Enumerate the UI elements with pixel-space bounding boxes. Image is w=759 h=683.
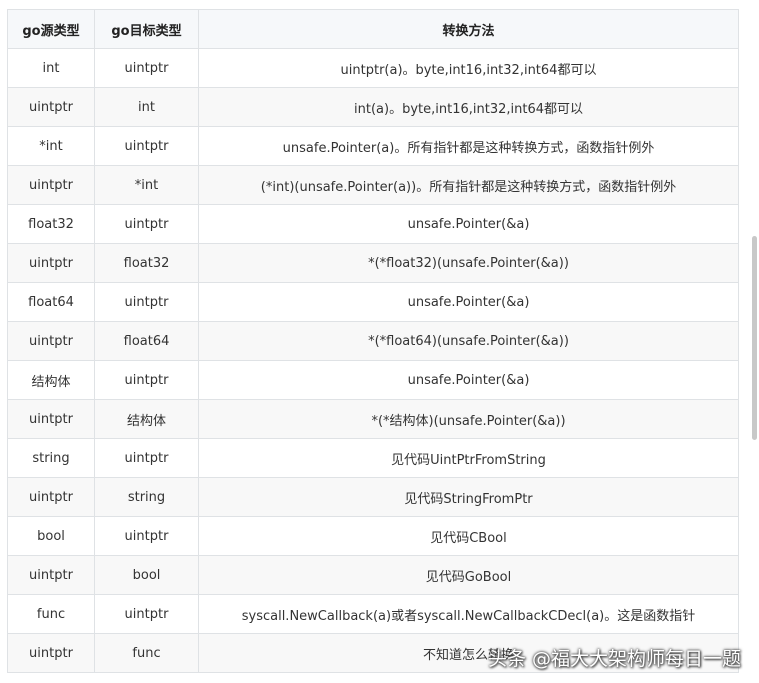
cell-source-type: uintptr xyxy=(7,477,95,517)
header-target-type: go目标类型 xyxy=(94,9,199,49)
cell-conversion-method: 见代码StringFromPtr xyxy=(198,477,739,517)
cell-target-type: uintptr xyxy=(94,48,199,88)
cell-target-type: *int xyxy=(94,165,199,205)
cell-target-type: 结构体 xyxy=(94,399,199,439)
cell-source-type: float32 xyxy=(7,204,95,244)
cell-conversion-method: uintptr(a)。byte,int16,int32,int64都可以 xyxy=(198,48,739,88)
cell-source-type: uintptr xyxy=(7,399,95,439)
cell-conversion-method: 见代码GoBool xyxy=(198,555,739,595)
table-header: go源类型 go目标类型 转换方法 xyxy=(7,9,739,49)
cell-conversion-method: unsafe.Pointer(a)。所有指针都是这种转换方式，函数指针例外 xyxy=(198,126,739,166)
table-row: *int uintptr unsafe.Pointer(a)。所有指针都是这种转… xyxy=(7,126,739,166)
cell-conversion-method: int(a)。byte,int16,int32,int64都可以 xyxy=(198,87,739,127)
cell-target-type: float64 xyxy=(94,321,199,361)
header-source-type: go源类型 xyxy=(7,9,95,49)
table-row: bool uintptr 见代码CBool xyxy=(7,516,739,556)
cell-source-type: uintptr xyxy=(7,243,95,283)
cell-conversion-method: unsafe.Pointer(&a) xyxy=(198,204,739,244)
cell-target-type: bool xyxy=(94,555,199,595)
table-row: uintptr int int(a)。byte,int16,int32,int6… xyxy=(7,87,739,127)
cell-conversion-method: 见代码UintPtrFromString xyxy=(198,438,739,478)
table-row: func uintptr syscall.NewCallback(a)或者sys… xyxy=(7,594,739,634)
cell-source-type: uintptr xyxy=(7,165,95,205)
header-row: go源类型 go目标类型 转换方法 xyxy=(7,9,739,49)
header-conversion-method: 转换方法 xyxy=(198,9,739,49)
table-row: float32 uintptr unsafe.Pointer(&a) xyxy=(7,204,739,244)
cell-source-type: uintptr xyxy=(7,633,95,673)
table-row: uintptr float32 *(*float32)(unsafe.Point… xyxy=(7,243,739,283)
table-row: float64 uintptr unsafe.Pointer(&a) xyxy=(7,282,739,322)
cell-conversion-method: *(*float64)(unsafe.Pointer(&a)) xyxy=(198,321,739,361)
cell-source-type: 结构体 xyxy=(7,360,95,400)
table-row: uintptr string 见代码StringFromPtr xyxy=(7,477,739,517)
cell-target-type: int xyxy=(94,87,199,127)
cell-target-type: uintptr xyxy=(94,516,199,556)
watermark: 头条 @福大大架构师每日一题 xyxy=(488,648,742,670)
scrollbar-thumb[interactable] xyxy=(752,236,757,440)
vertical-scrollbar[interactable] xyxy=(751,0,759,683)
cell-source-type: *int xyxy=(7,126,95,166)
table-row: uintptr 结构体 *(*结构体)(unsafe.Pointer(&a)) xyxy=(7,399,739,439)
cell-conversion-method: 见代码CBool xyxy=(198,516,739,556)
table-row: 结构体 uintptr unsafe.Pointer(&a) xyxy=(7,360,739,400)
cell-conversion-method: syscall.NewCallback(a)或者syscall.NewCallb… xyxy=(198,594,739,634)
conversion-table-container: go源类型 go目标类型 转换方法 int uintptr uintptr(a)… xyxy=(7,9,739,673)
cell-source-type: int xyxy=(7,48,95,88)
cell-target-type: uintptr xyxy=(94,360,199,400)
cell-target-type: uintptr xyxy=(94,204,199,244)
cell-source-type: float64 xyxy=(7,282,95,322)
cell-source-type: bool xyxy=(7,516,95,556)
cell-target-type: uintptr xyxy=(94,594,199,634)
cell-target-type: uintptr xyxy=(94,282,199,322)
cell-conversion-method: unsafe.Pointer(&a) xyxy=(198,360,739,400)
cell-source-type: uintptr xyxy=(7,555,95,595)
cell-target-type: uintptr xyxy=(94,126,199,166)
table-row: uintptr float64 *(*float64)(unsafe.Point… xyxy=(7,321,739,361)
cell-target-type: string xyxy=(94,477,199,517)
table-row: uintptr *int (*int)(unsafe.Pointer(a))。所… xyxy=(7,165,739,205)
cell-source-type: uintptr xyxy=(7,87,95,127)
table-row: uintptr bool 见代码GoBool xyxy=(7,555,739,595)
table-body: int uintptr uintptr(a)。byte,int16,int32,… xyxy=(7,48,739,673)
table-row: int uintptr uintptr(a)。byte,int16,int32,… xyxy=(7,48,739,88)
cell-target-type: float32 xyxy=(94,243,199,283)
table-row: string uintptr 见代码UintPtrFromString xyxy=(7,438,739,478)
cell-source-type: func xyxy=(7,594,95,634)
cell-conversion-method: (*int)(unsafe.Pointer(a))。所有指针都是这种转换方式，函… xyxy=(198,165,739,205)
cell-target-type: func xyxy=(94,633,199,673)
cell-conversion-method: *(*结构体)(unsafe.Pointer(&a)) xyxy=(198,399,739,439)
cell-target-type: uintptr xyxy=(94,438,199,478)
type-conversion-table: go源类型 go目标类型 转换方法 int uintptr uintptr(a)… xyxy=(7,9,739,673)
cell-conversion-method: unsafe.Pointer(&a) xyxy=(198,282,739,322)
cell-source-type: uintptr xyxy=(7,321,95,361)
cell-conversion-method: *(*float32)(unsafe.Pointer(&a)) xyxy=(198,243,739,283)
cell-source-type: string xyxy=(7,438,95,478)
